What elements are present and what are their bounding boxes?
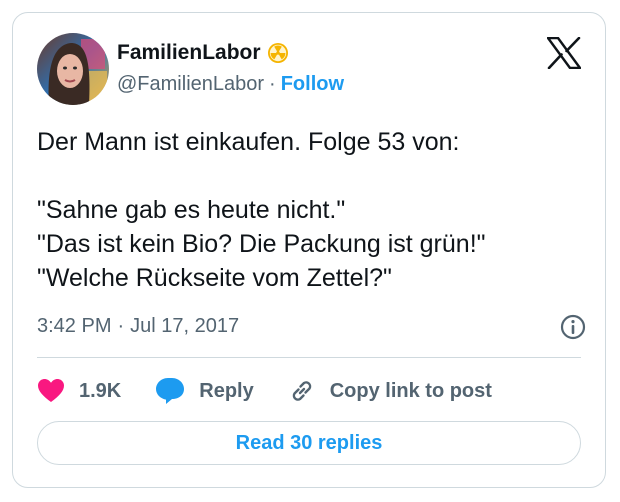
read-replies-button[interactable]: Read 30 replies <box>37 421 581 465</box>
read-replies-label: Read 30 replies <box>235 431 383 454</box>
like-button[interactable]: 1.9K <box>37 378 121 404</box>
reply-label: Reply <box>199 379 254 402</box>
link-icon <box>292 381 311 401</box>
display-name[interactable]: FamilienLabor <box>117 41 261 65</box>
action-bar: 1.9K Reply Copy link to post <box>37 371 526 411</box>
like-count: 1.9K <box>79 379 122 402</box>
radioactive-icon <box>267 42 289 64</box>
divider <box>37 357 581 358</box>
copy-link-label: Copy link to post <box>329 379 492 402</box>
x-logo-icon[interactable] <box>546 36 582 70</box>
separator-dot: · <box>269 73 276 95</box>
tweet-card: FamilienLabor @FamilienLabor · Follow De… <box>12 12 606 488</box>
heart-icon <box>38 379 64 402</box>
avatar[interactable] <box>37 33 109 105</box>
reply-button[interactable]: Reply <box>155 377 254 405</box>
tweet-time: 3:42 PM <box>37 315 112 337</box>
tweet-date: Jul 17, 2017 <box>130 315 240 337</box>
tweet-text: Der Mann ist einkaufen. Folge 53 von: "S… <box>37 128 486 292</box>
user-handle[interactable]: @FamilienLabor <box>117 73 264 96</box>
follow-button[interactable]: Follow <box>281 73 344 96</box>
info-icon[interactable] <box>559 313 587 341</box>
copy-link-button[interactable]: Copy link to post <box>288 377 492 405</box>
meta-separator: · <box>117 315 125 337</box>
timestamp[interactable]: 3:42 PM · Jul 17, 2017 <box>37 315 239 338</box>
reply-bubble-icon <box>156 378 185 404</box>
